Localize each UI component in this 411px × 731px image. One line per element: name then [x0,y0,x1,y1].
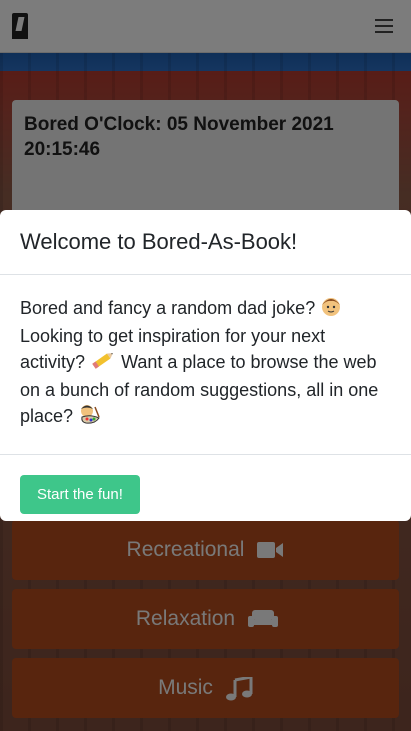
welcome-modal: Welcome to Bored-As-Book! Bored and fanc… [0,210,411,521]
start-the-fun-button[interactable]: Start the fun! [20,475,140,514]
modal-text-joke: Bored and fancy a random dad joke? [20,298,316,318]
artist-palette-emoji [78,403,102,432]
modal-footer: Start the fun! [0,455,411,521]
man-face-emoji [320,295,342,324]
modal-header: Welcome to Bored-As-Book! [0,210,411,275]
modal-title: Welcome to Bored-As-Book! [20,229,298,254]
pencil-emoji [90,349,116,378]
modal-body: Bored and fancy a random dad joke? Looki… [0,275,411,455]
